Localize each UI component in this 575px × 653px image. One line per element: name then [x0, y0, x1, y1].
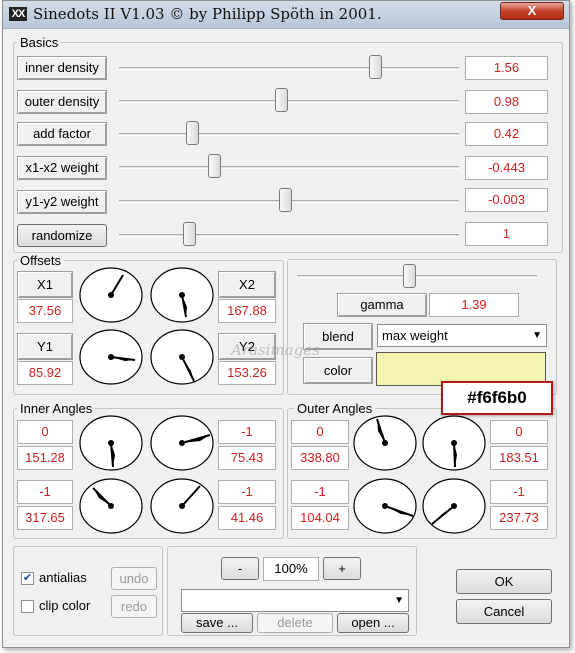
y1-angle-dial[interactable]: [79, 329, 143, 385]
clip-color-label: clip color: [39, 598, 91, 613]
save-button[interactable]: save ...: [181, 613, 253, 633]
outer-angle-dial-1[interactable]: [353, 415, 417, 471]
ok-button[interactable]: OK: [456, 569, 552, 594]
color-label: color: [303, 357, 373, 384]
outer-angle-1-left-top[interactable]: 0: [291, 420, 349, 444]
inner-angle-1-right-top[interactable]: -1: [218, 420, 276, 444]
add-factor-slider-thumb[interactable]: [186, 121, 199, 145]
outer-density-slider-thumb[interactable]: [275, 88, 288, 112]
antialias-label: antialias: [39, 570, 87, 585]
open-button[interactable]: open ...: [337, 613, 409, 633]
title-bar: XX Sinedots II V1.03 © by Philipp Spöth …: [3, 1, 569, 29]
inner-angle-2-left-bottom[interactable]: 317.65: [17, 506, 73, 530]
zoom-value: 100%: [263, 557, 319, 581]
add-factor-slider-track[interactable]: [119, 133, 459, 136]
zoom-in-button[interactable]: +: [323, 557, 361, 580]
randomize-slider-track[interactable]: [119, 234, 459, 237]
y2-value[interactable]: 153.26: [218, 361, 276, 385]
add-factor-value[interactable]: 0.42: [465, 122, 548, 146]
x2-value[interactable]: 167.88: [218, 299, 276, 323]
y1-label: Y1: [17, 333, 73, 360]
outer-density-slider-track[interactable]: [119, 100, 459, 103]
redo-button[interactable]: redo: [111, 595, 157, 618]
x1-x2-weight-slider-track[interactable]: [119, 166, 459, 169]
close-button[interactable]: X: [500, 2, 564, 20]
randomize-slider-thumb[interactable]: [183, 222, 196, 246]
outer-angle-dial-4[interactable]: [422, 478, 486, 534]
preset-select[interactable]: ▼: [181, 589, 409, 612]
y1-value[interactable]: 85.92: [17, 361, 73, 385]
y2-angle-dial[interactable]: [150, 329, 214, 385]
outer-angle-1-right-bottom[interactable]: 183.51: [490, 446, 548, 470]
outer-angles-group-label: Outer Angles: [294, 401, 376, 416]
undo-button[interactable]: undo: [111, 567, 157, 590]
gamma-label: gamma: [337, 293, 427, 317]
app-icon: XX: [9, 7, 27, 21]
blend-select-value: max weight: [382, 328, 448, 343]
inner-angle-dial-3[interactable]: [79, 478, 143, 534]
y1-y2-weight-value[interactable]: -0.003: [465, 188, 548, 212]
watermark-logo: Arasimages: [231, 341, 320, 359]
outer-density-value[interactable]: 0.98: [465, 90, 548, 114]
randomize-value[interactable]: 1: [465, 222, 548, 246]
offsets-group-label: Offsets: [17, 253, 64, 268]
basics-group-label: Basics: [17, 35, 62, 50]
inner-angle-1-left-top[interactable]: 0: [17, 420, 73, 444]
inner-angle-dial-4[interactable]: [150, 478, 214, 534]
randomize-button[interactable]: randomize: [17, 224, 107, 247]
x1-x2-weight-value[interactable]: -0.443: [465, 156, 548, 180]
chevron-down-icon: ▼: [394, 595, 404, 606]
inner-angle-dial-2[interactable]: [150, 415, 214, 471]
inner-angle-2-left-top[interactable]: -1: [17, 480, 73, 504]
inner-angle-2-right-bottom[interactable]: 41.46: [218, 506, 276, 530]
color-hex-tooltip: #f6f6b0: [441, 381, 553, 415]
gamma-slider-thumb[interactable]: [403, 264, 416, 288]
inner-angles-group-label: Inner Angles: [17, 401, 96, 416]
chevron-down-icon: ▼: [532, 330, 542, 341]
x1-x2-weight-slider-thumb[interactable]: [208, 154, 221, 178]
antialias-checkbox[interactable]: ✔: [21, 572, 34, 585]
blend-select[interactable]: max weight ▼: [377, 324, 547, 347]
inner-density-slider-track[interactable]: [119, 67, 459, 70]
x2-angle-dial[interactable]: [150, 267, 214, 323]
cancel-button[interactable]: Cancel: [456, 599, 552, 624]
outer-angle-dial-3[interactable]: [353, 478, 417, 534]
gamma-slider-track[interactable]: [297, 275, 537, 278]
y1-y2-weight-label: y1-y2 weight: [17, 190, 107, 214]
outer-angle-2-right-top[interactable]: -1: [490, 480, 548, 504]
inner-angle-dial-1[interactable]: [79, 415, 143, 471]
inner-density-value[interactable]: 1.56: [465, 56, 548, 80]
options-group: [13, 546, 163, 636]
outer-angle-2-left-bottom[interactable]: 104.04: [291, 506, 349, 530]
outer-angle-2-right-bottom[interactable]: 237.73: [490, 506, 548, 530]
app-window: XX Sinedots II V1.03 © by Philipp Spöth …: [2, 0, 570, 648]
gamma-value[interactable]: 1.39: [429, 293, 519, 317]
outer-angle-2-left-top[interactable]: -1: [291, 480, 349, 504]
outer-angle-1-left-bottom[interactable]: 338.80: [291, 446, 349, 470]
x1-angle-dial[interactable]: [79, 267, 143, 323]
window-title: Sinedots II V1.03 © by Philipp Spöth in …: [33, 5, 382, 23]
zoom-out-button[interactable]: -: [221, 557, 259, 580]
add-factor-label: add factor: [17, 122, 107, 146]
inner-angle-2-right-top[interactable]: -1: [218, 480, 276, 504]
delete-button[interactable]: delete: [257, 613, 333, 633]
inner-density-slider-thumb[interactable]: [369, 55, 382, 79]
outer-density-label: outer density: [17, 90, 107, 114]
x1-label: X1: [17, 271, 73, 298]
x1-x2-weight-label: x1-x2 weight: [17, 156, 107, 180]
inner-angle-1-left-bottom[interactable]: 151.28: [17, 446, 73, 470]
outer-angle-dial-2[interactable]: [422, 415, 486, 471]
x2-label: X2: [218, 271, 276, 298]
clip-color-checkbox[interactable]: [21, 600, 34, 613]
outer-angle-1-right-top[interactable]: 0: [490, 420, 548, 444]
inner-density-label: inner density: [17, 56, 107, 80]
y1-y2-weight-slider-thumb[interactable]: [279, 188, 292, 212]
x1-value[interactable]: 37.56: [17, 299, 73, 323]
inner-angle-1-right-bottom[interactable]: 75.43: [218, 446, 276, 470]
